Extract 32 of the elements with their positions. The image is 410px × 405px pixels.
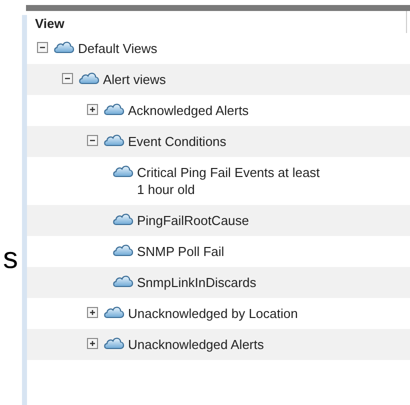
tree-label: Critical Ping Fail Events at least 1 hour old bbox=[137, 164, 321, 198]
plus-box-icon[interactable] bbox=[87, 338, 98, 349]
minus-box-icon[interactable] bbox=[87, 135, 98, 146]
cloud-icon bbox=[53, 40, 75, 54]
cloud-icon bbox=[103, 102, 125, 116]
cloud-icon bbox=[112, 164, 134, 178]
tree-row[interactable]: SnmpLinkInDiscards bbox=[27, 267, 410, 298]
minus-box-icon[interactable] bbox=[37, 42, 48, 53]
tree-row[interactable]: PingFailRootCause bbox=[27, 205, 410, 236]
tree-label: Unacknowledged Alerts bbox=[128, 336, 264, 353]
tree-row[interactable]: Alert views bbox=[27, 64, 410, 95]
tree-label: PingFailRootCause bbox=[137, 212, 250, 229]
cloud-icon bbox=[112, 274, 134, 288]
cloud-icon bbox=[112, 212, 134, 226]
cloud-icon bbox=[112, 243, 134, 257]
tree-label: Default Views bbox=[78, 40, 158, 57]
tree-label: SNMP Poll Fail bbox=[137, 243, 224, 260]
tree-row[interactable]: Unacknowledged Alerts bbox=[27, 329, 410, 360]
tree-label: Event Conditions bbox=[128, 133, 226, 150]
cloud-icon bbox=[103, 336, 125, 350]
cloud-icon bbox=[78, 71, 100, 85]
minus-box-icon[interactable] bbox=[62, 73, 73, 84]
side-text: s bbox=[2, 244, 18, 274]
tree-label: Unacknowledged by Location bbox=[128, 305, 298, 322]
plus-box-icon[interactable] bbox=[87, 307, 98, 318]
cloud-icon bbox=[103, 133, 125, 147]
cloud-icon bbox=[103, 305, 125, 319]
tree-label: Alert views bbox=[103, 71, 166, 88]
tree-row[interactable]: Event Conditions bbox=[27, 126, 410, 157]
tree-label: Acknowledged Alerts bbox=[128, 102, 249, 119]
tree-label: SnmpLinkInDiscards bbox=[137, 274, 256, 291]
plus-box-icon[interactable] bbox=[87, 104, 98, 115]
